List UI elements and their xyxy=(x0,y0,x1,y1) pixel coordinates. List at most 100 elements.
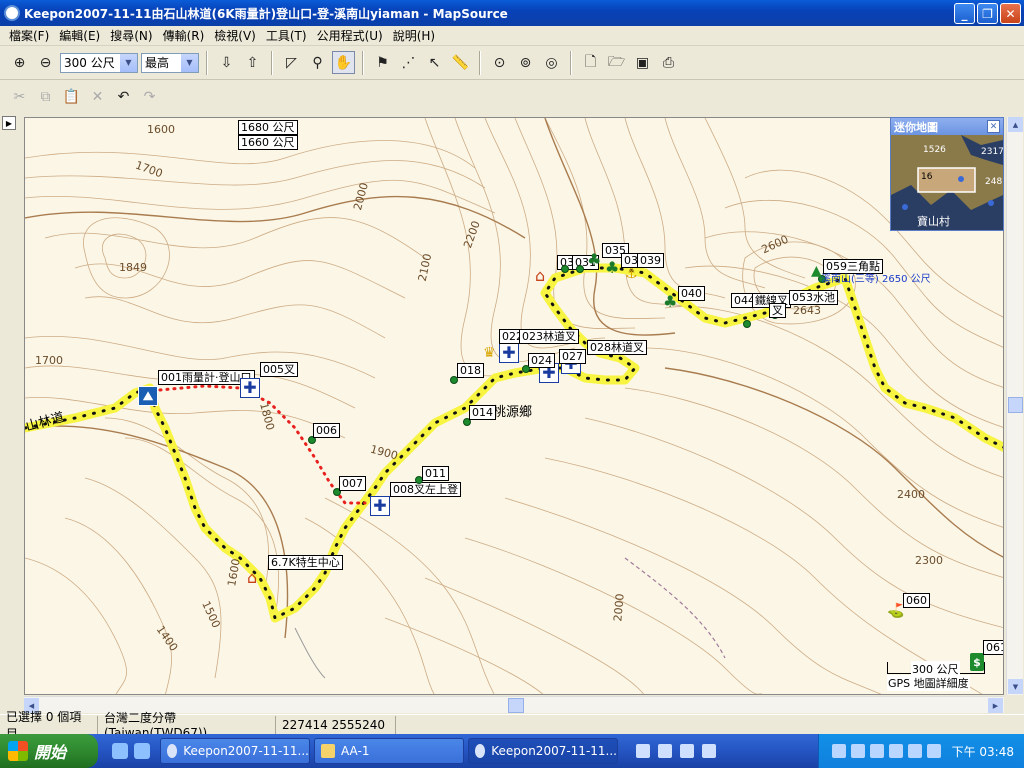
waypoint-label[interactable]: 039 xyxy=(637,253,664,268)
scroll-right-icon[interactable]: ▶ xyxy=(988,698,1003,713)
menu-file[interactable]: 檔案(F) xyxy=(4,27,54,44)
waypoint-label[interactable]: 061 xyxy=(983,640,1003,655)
print-icon[interactable]: ⎙ xyxy=(657,51,680,74)
waypoint-dot-icon[interactable] xyxy=(561,265,569,273)
close-button[interactable]: ✕ xyxy=(1000,3,1021,24)
waypoint-label[interactable]: 024 xyxy=(528,353,555,368)
cut-icon[interactable]: ✂ xyxy=(8,86,31,109)
waypoint-label[interactable]: 028林道叉 xyxy=(587,340,647,355)
zoom-out-icon[interactable]: ⊖ xyxy=(34,51,57,74)
tray-icon[interactable] xyxy=(850,744,865,758)
language-icon[interactable] xyxy=(680,744,694,758)
trailhead-icon[interactable]: ⛰ xyxy=(138,386,158,406)
waypoint-label[interactable]: 008叉左上登 xyxy=(390,482,461,497)
menu-transfer[interactable]: 傳輸(R) xyxy=(158,27,210,44)
scroll-up-icon[interactable]: ▲ xyxy=(1008,117,1023,132)
copy-icon[interactable]: ⧉ xyxy=(34,86,57,109)
clock[interactable]: 下午 03:48 xyxy=(952,743,1014,760)
waypoint-dot-icon[interactable] xyxy=(743,320,751,328)
mini-map-view[interactable]: 1526 2317 16 248 寶山村 xyxy=(891,135,1004,230)
send-to-device-icon[interactable]: ⇧ xyxy=(241,51,264,74)
internet-explorer-icon[interactable] xyxy=(112,743,128,759)
waypoint-label[interactable]: 014 xyxy=(469,405,496,420)
detail-level-select[interactable]: 最高 ▼ xyxy=(141,52,199,73)
waypoint-label[interactable]: 053水池 xyxy=(789,290,838,305)
paste-icon[interactable]: 📋 xyxy=(60,86,83,109)
house-icon[interactable]: ⌂ xyxy=(535,266,557,286)
taskbar-item[interactable]: Keepon2007-11-11... xyxy=(160,738,310,764)
delete-icon[interactable]: ✕ xyxy=(86,86,109,109)
scroll-down-icon[interactable]: ▼ xyxy=(1008,679,1023,694)
route-tool-icon[interactable]: ⋰ xyxy=(397,51,420,74)
redo-icon[interactable]: ↷ xyxy=(138,86,161,109)
waypoint-label[interactable]: 007 xyxy=(339,476,366,491)
crown-icon[interactable]: ♛ xyxy=(483,345,496,361)
tree-icon[interactable]: ♣ xyxy=(605,258,619,277)
waypoint-label[interactable]: 027 xyxy=(559,349,586,364)
help-icon[interactable] xyxy=(702,744,716,758)
save-disk-icon[interactable]: ▣ xyxy=(631,51,654,74)
waypoint-flag-icon[interactable]: ⚑ xyxy=(371,51,394,74)
undo-icon[interactable]: ↶ xyxy=(112,86,135,109)
tree-icon[interactable]: ♣ xyxy=(587,250,601,269)
waypoint-dot-icon[interactable] xyxy=(522,365,530,373)
tray-icon[interactable] xyxy=(831,744,846,758)
maximize-button[interactable]: ❐ xyxy=(977,3,998,24)
horizontal-scroll-thumb[interactable] xyxy=(508,698,524,713)
tray-icon[interactable] xyxy=(888,744,903,758)
waypoint-label[interactable]: 023林道叉 xyxy=(519,329,579,344)
title-bar[interactable]: Keepon2007-11-11由石山林道(6K雨量計)登山口-登-溪南山yia… xyxy=(0,0,1024,26)
junction-marker-icon[interactable]: ✚ xyxy=(240,378,260,398)
keyboard-icon[interactable] xyxy=(636,744,650,758)
mapsource-app-icon[interactable] xyxy=(4,5,20,21)
taskbar-item[interactable]: AA-1 xyxy=(314,738,464,764)
topo-map[interactable]: 1600 1700 1849 1700 2000 2100 2200 2600 … xyxy=(24,117,1004,695)
minimize-button[interactable]: _ xyxy=(954,3,975,24)
expand-panel-icon[interactable]: ▶ xyxy=(2,116,16,130)
sign-icon[interactable]: ⛳ xyxy=(887,603,904,619)
waypoint-label[interactable]: 060 xyxy=(903,593,930,608)
pen-icon[interactable] xyxy=(658,744,672,758)
waypoint-label[interactable]: 018 xyxy=(457,363,484,378)
zoom-in-icon[interactable]: ⊕ xyxy=(8,51,31,74)
vertical-scroll-thumb[interactable] xyxy=(1008,397,1023,413)
menu-view[interactable]: 檢視(V) xyxy=(209,27,261,44)
taskbar-item-active[interactable]: Keepon2007-11-11... xyxy=(468,738,618,764)
menu-edit[interactable]: 編輯(E) xyxy=(54,27,105,44)
menu-help[interactable]: 說明(H) xyxy=(388,27,440,44)
tray-icon[interactable] xyxy=(907,744,922,758)
new-file-icon[interactable]: 🗋 xyxy=(579,51,602,74)
mini-map-close-icon[interactable]: ✕ xyxy=(987,120,1000,133)
waypoint-label[interactable]: 011 xyxy=(422,466,449,481)
menu-utilities[interactable]: 公用程式(U) xyxy=(312,27,388,44)
junction-marker-icon[interactable]: ✚ xyxy=(499,343,519,363)
zoom-scale-select[interactable]: 300 公尺 ▼ xyxy=(60,52,138,73)
find-places-icon[interactable]: ◎ xyxy=(540,51,563,74)
waypoint-label[interactable]: 006 xyxy=(313,423,340,438)
receive-from-device-icon[interactable]: ⇩ xyxy=(215,51,238,74)
open-folder-icon[interactable]: 🗁 xyxy=(605,51,628,74)
menu-search[interactable]: 搜尋(N) xyxy=(105,27,157,44)
tree-icon[interactable]: ♣ xyxy=(663,292,677,311)
waypoint-label[interactable]: 005叉 xyxy=(260,362,298,377)
vertical-scrollbar[interactable]: ▲ ▼ xyxy=(1006,117,1023,695)
waypoint-label[interactable]: 040 xyxy=(678,286,705,301)
mini-map-panel[interactable]: 迷你地圖 ✕ 1526 2317 16 248 寶山村 xyxy=(890,117,1004,231)
house-icon[interactable]: ⌂ xyxy=(247,568,269,588)
menu-tools[interactable]: 工具(T) xyxy=(261,27,312,44)
find-nearby-icon[interactable]: ⊚ xyxy=(514,51,537,74)
start-button[interactable]: 開始 xyxy=(0,734,98,768)
measure-ruler-icon[interactable]: 📏 xyxy=(449,51,472,74)
chevron-down-icon[interactable]: ▼ xyxy=(181,53,198,72)
map-select-icon[interactable]: ◸ xyxy=(280,51,303,74)
waypoint-dot-icon[interactable] xyxy=(576,265,584,273)
volume-icon[interactable] xyxy=(926,744,941,758)
selection-arrow-icon[interactable]: ↖ xyxy=(423,51,446,74)
waypoint-label[interactable]: 叉 xyxy=(769,303,786,318)
waypoint-label[interactable]: 6.7K特生中心 xyxy=(268,555,343,570)
anchor-icon[interactable]: ⚓ xyxy=(625,266,638,282)
junction-marker-icon[interactable]: ✚ xyxy=(370,496,390,516)
hand-pan-icon[interactable]: ✋ xyxy=(332,51,355,74)
find-binoculars-icon[interactable]: ⊙ xyxy=(488,51,511,74)
quick-launch-icon[interactable] xyxy=(134,743,150,759)
